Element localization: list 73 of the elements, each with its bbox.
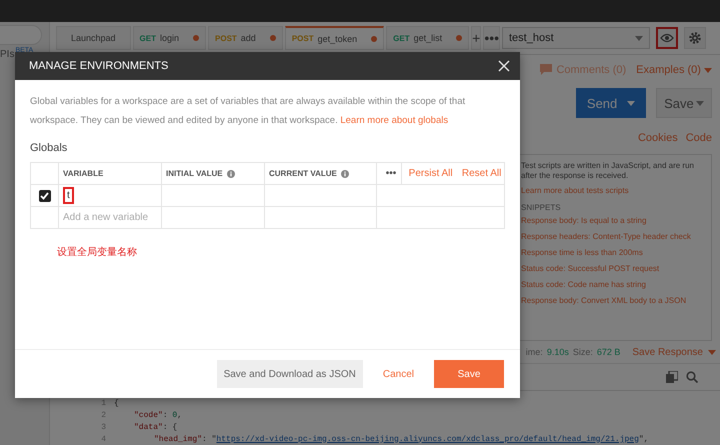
learn-more-link[interactable]: Learn more about globals — [340, 115, 448, 126]
snippet-link[interactable]: Status code: Code name has string — [521, 280, 707, 289]
column-header: VARIABLE — [63, 169, 104, 178]
description-text: Global variables for a workspace are a set of variables that are always available within the scope of that workspace. They can be viewed and edited by anyone in that workspace. Learn more about globals — [30, 95, 466, 128]
time-value: 9.10s — [546, 347, 569, 357]
settings-button[interactable] — [684, 27, 706, 49]
method-label: POST — [292, 34, 314, 43]
request-tab[interactable]: POST add — [208, 26, 283, 50]
snippet-link[interactable]: Response body: Convert XML body to a JSON — [521, 296, 707, 305]
code-line: { — [114, 398, 119, 408]
tab-label: get_list — [414, 33, 442, 43]
request-tab[interactable]: Launchpad — [56, 26, 131, 50]
cookies-link[interactable]: Cookies — [638, 132, 678, 144]
code-link[interactable]: Code — [686, 132, 712, 144]
persist-all-button[interactable]: Persist All — [408, 168, 453, 179]
caret-icon — [696, 100, 704, 106]
request-tab[interactable]: POST get_token — [284, 26, 384, 50]
method-label: GET — [393, 34, 410, 42]
tab-label: Launchpad — [71, 33, 116, 43]
section-heading: Globals — [30, 142, 68, 154]
snippet-link[interactable]: Response time is less than 200ms — [521, 248, 707, 257]
size-label: Size: — [572, 347, 593, 357]
method-label: POST — [215, 34, 237, 42]
method-label: GET — [140, 34, 156, 42]
save-button[interactable]: Save — [656, 88, 712, 118]
search-icon[interactable] — [686, 371, 698, 383]
code-line: "head_img": "https://xd-video-pc-img.oss-cn-beijing.aliyuncs.com/xdclass_pro/default/head_img/21.jpeg", — [153, 434, 648, 444]
column-header: INITIAL VALUE — [166, 169, 223, 178]
variable-field[interactable]: t — [63, 187, 74, 204]
snippet-link[interactable]: Status code: Successful POST request — [521, 264, 707, 273]
tab-label: login — [160, 33, 180, 43]
download-button[interactable]: Save and Download as JSON — [216, 360, 363, 388]
code-line: "code": 0, — [133, 410, 182, 420]
tab-label: add — [240, 33, 256, 43]
environment-dropdown[interactable]: test_host — [502, 27, 650, 49]
send-button[interactable]: Send — [576, 88, 646, 118]
time-label: ime: — [526, 347, 543, 357]
caret-icon — [704, 68, 712, 73]
snippet-link[interactable]: Response headers: Content-Type header check — [521, 232, 707, 241]
annotation-text: 设置全局变量名称 — [57, 246, 138, 259]
request-tab[interactable]: GET get_list — [386, 26, 470, 50]
reset-all-button[interactable]: Reset All — [462, 168, 502, 179]
new-tab-button[interactable]: + — [471, 26, 482, 50]
tests-link[interactable]: Learn more about tests scripts — [521, 186, 707, 195]
snippet-link[interactable]: Response body: Is equal to a string — [521, 216, 707, 225]
caret-icon — [708, 350, 716, 354]
tab-label: get_token — [318, 34, 358, 44]
caret-icon — [635, 36, 643, 40]
save-button[interactable]: Save — [434, 360, 504, 388]
dialog-title: MANAGE ENVIRONMENTS — [29, 60, 168, 72]
size-value: 672 B — [596, 347, 620, 357]
more-button[interactable]: ••• — [483, 26, 500, 50]
comment-icon — [540, 64, 552, 76]
code-line: "data": { — [133, 422, 178, 432]
eye-button[interactable] — [656, 27, 678, 49]
sidebar-label: PIs — [0, 49, 14, 60]
examples-dropdown[interactable]: Examples (0) — [636, 64, 712, 76]
tests-description: Test scripts are written in JavaScript, and are run after the response is received. — [521, 160, 695, 182]
close-icon[interactable] — [498, 60, 510, 72]
info-icon — [340, 170, 349, 178]
copy-icon[interactable] — [666, 371, 678, 383]
checkbox[interactable] — [38, 190, 50, 202]
snippets-heading: SNIPPETS — [521, 202, 562, 212]
caret-icon — [627, 100, 636, 106]
cancel-button[interactable]: Cancel — [376, 368, 420, 380]
request-tab[interactable]: GET login — [132, 26, 206, 50]
gear-icon — [688, 31, 702, 45]
eye-icon — [660, 33, 674, 43]
info-icon — [226, 170, 235, 178]
save-response-button[interactable]: Save Response — [632, 346, 716, 358]
column-header: CURRENT VALUE — [269, 169, 337, 178]
more-button[interactable]: ••• — [386, 168, 396, 179]
comments-link[interactable]: Comments (0) — [540, 64, 626, 76]
